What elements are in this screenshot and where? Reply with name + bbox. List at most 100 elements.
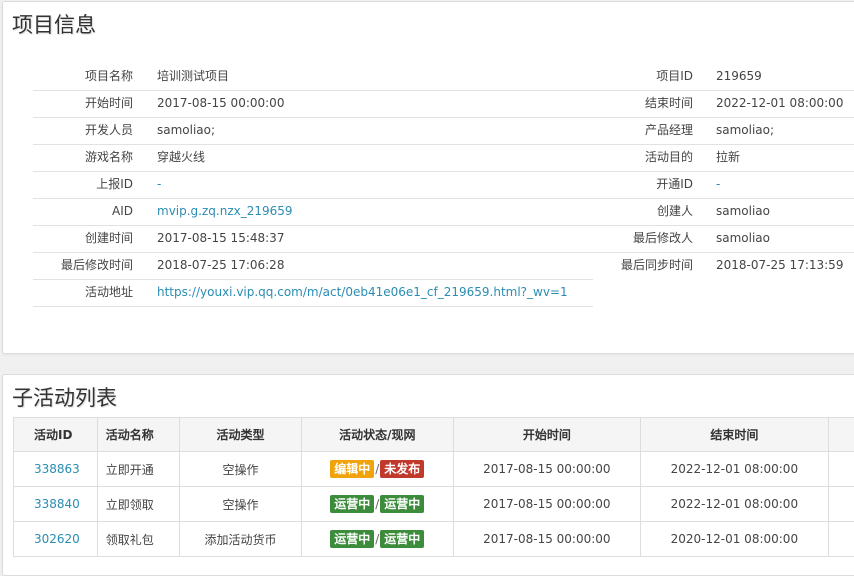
- cell-activity-status: 运营中/运营中: [301, 487, 453, 522]
- info-value: samoliao: [716, 225, 770, 252]
- sub-activity-table: 活动ID 活动名称 活动类型 活动状态/现网 开始时间 结束时间 338863 立…: [13, 417, 854, 557]
- cell-start-time: 2017-08-15 00:00:00: [453, 452, 641, 487]
- info-label: AID: [33, 198, 133, 225]
- cell-extra: [828, 452, 854, 487]
- info-label: 项目名称: [33, 63, 133, 90]
- info-row: 创建人 samoliao: [593, 198, 854, 226]
- info-label: 创建时间: [33, 225, 133, 252]
- info-row: 开始时间 2017-08-15 00:00:00: [33, 90, 593, 118]
- info-value: 219659: [716, 63, 762, 90]
- info-value: 2017-08-15 00:00:00: [157, 90, 284, 117]
- column-header-id[interactable]: 活动ID: [14, 418, 98, 452]
- info-value: 2018-07-25 17:13:59: [716, 252, 843, 279]
- status-separator: /: [375, 462, 379, 476]
- info-value: samoliao;: [716, 117, 774, 144]
- cell-activity-status: 编辑中/未发布: [301, 452, 453, 487]
- status-badge: 运营中: [330, 495, 374, 513]
- info-value-link[interactable]: -: [157, 171, 161, 198]
- info-label: 产品经理: [593, 117, 693, 144]
- info-value: samoliao;: [157, 117, 215, 144]
- info-value: 2018-07-25 17:06:28: [157, 252, 284, 279]
- info-value-link[interactable]: https://youxi.vip.qq.com/m/act/0eb41e06e…: [157, 279, 568, 306]
- info-value: 穿越火线: [157, 144, 205, 171]
- info-value: 培训测试项目: [157, 63, 229, 90]
- live-status-badge: 运营中: [380, 495, 424, 513]
- info-label: 项目ID: [593, 63, 693, 90]
- info-label: 活动目的: [593, 144, 693, 171]
- cell-activity-type: 空操作: [180, 452, 302, 487]
- table-header-row: 活动ID 活动名称 活动类型 活动状态/现网 开始时间 结束时间: [14, 418, 854, 452]
- info-row: 开发人员 samoliao;: [33, 117, 593, 145]
- status-badge: 运营中: [330, 530, 374, 548]
- status-badge: 编辑中: [330, 460, 374, 478]
- cell-start-time: 2017-08-15 00:00:00: [453, 522, 641, 557]
- info-row: 产品经理 samoliao;: [593, 117, 854, 145]
- sub-activity-title: 子活动列表: [12, 382, 117, 412]
- info-value-link[interactable]: mvip.g.zq.nzx_219659: [157, 198, 293, 225]
- cell-activity-type: 添加活动货币: [180, 522, 302, 557]
- info-row: 活动目的拉新: [593, 144, 854, 172]
- info-value: 拉新: [716, 144, 740, 171]
- info-label: 最后同步时间: [593, 252, 693, 279]
- live-status-badge: 运营中: [380, 530, 424, 548]
- info-row: 游戏名称穿越火线: [33, 144, 593, 172]
- info-label: 开通ID: [593, 171, 693, 198]
- info-row: 最后修改人 samoliao: [593, 225, 854, 253]
- info-label: 最后修改人: [593, 225, 693, 252]
- cell-activity-type: 空操作: [180, 487, 302, 522]
- cell-activity-id: 338840: [14, 487, 98, 522]
- cell-extra: [828, 522, 854, 557]
- info-row: 活动地址 https://youxi.vip.qq.com/m/act/0eb41…: [33, 279, 593, 307]
- project-info-panel: 项目信息 项目名称培训测试项目开始时间2017-08-15 00:00:00开发…: [2, 1, 854, 354]
- column-header-name[interactable]: 活动名称: [97, 418, 179, 452]
- info-value: 2017-08-15 15:48:37: [157, 225, 284, 252]
- cell-activity-id: 302620: [14, 522, 98, 557]
- cell-start-time: 2017-08-15 00:00:00: [453, 487, 641, 522]
- info-row: 结束时间 2022-12-01 08:00:00: [593, 90, 854, 118]
- info-label: 游戏名称: [33, 144, 133, 171]
- info-value: samoliao: [716, 198, 770, 225]
- cell-activity-id: 338863: [14, 452, 98, 487]
- info-label: 上报ID: [33, 171, 133, 198]
- info-row: 创建时间 2017-08-15 15:48:37: [33, 225, 593, 253]
- info-label: 开发人员: [33, 117, 133, 144]
- info-value: 2022-12-01 08:00:00: [716, 90, 843, 117]
- info-label: 活动地址: [33, 279, 133, 306]
- column-header-end[interactable]: 结束时间: [641, 418, 829, 452]
- info-row: 最后修改时间 2018-07-25 17:06:28: [33, 252, 593, 280]
- table-row: 302620领取礼包添加活动货币运营中/运营中2017-08-15 00:00:…: [14, 522, 854, 557]
- column-header-extra: [828, 418, 854, 452]
- cell-end-time: 2022-12-01 08:00:00: [641, 452, 829, 487]
- activity-id-link[interactable]: 338863: [34, 462, 80, 476]
- info-row: 上报ID-: [33, 171, 593, 199]
- cell-activity-name: 立即开通: [97, 452, 179, 487]
- column-header-start[interactable]: 开始时间: [453, 418, 641, 452]
- info-value-link[interactable]: -: [716, 171, 720, 198]
- info-row: 项目名称培训测试项目: [33, 63, 593, 91]
- cell-extra: [828, 487, 854, 522]
- info-row: 项目ID 219659: [593, 63, 854, 91]
- project-info-title: 项目信息: [12, 9, 96, 39]
- info-label: 最后修改时间: [33, 252, 133, 279]
- cell-activity-name: 立即领取: [97, 487, 179, 522]
- cell-end-time: 2022-12-01 08:00:00: [641, 487, 829, 522]
- info-label: 创建人: [593, 198, 693, 225]
- info-row: 开通ID-: [593, 171, 854, 199]
- table-row: 338863立即开通空操作编辑中/未发布2017-08-15 00:00:002…: [14, 452, 854, 487]
- cell-activity-name: 领取礼包: [97, 522, 179, 557]
- table-row: 338840立即领取空操作运营中/运营中2017-08-15 00:00:002…: [14, 487, 854, 522]
- live-status-badge: 未发布: [380, 460, 424, 478]
- status-separator: /: [375, 532, 379, 546]
- cell-end-time: 2020-12-01 08:00:00: [641, 522, 829, 557]
- column-header-type[interactable]: 活动类型: [180, 418, 302, 452]
- cell-activity-status: 运营中/运营中: [301, 522, 453, 557]
- activity-id-link[interactable]: 338840: [34, 497, 80, 511]
- sub-activity-panel: 子活动列表 活动ID 活动名称 活动类型 活动状态/现网 开始时间 结束时间 3…: [2, 374, 854, 576]
- info-label: 开始时间: [33, 90, 133, 117]
- info-row: AID mvip.g.zq.nzx_219659: [33, 198, 593, 226]
- info-row: 最后同步时间 2018-07-25 17:13:59: [593, 252, 854, 279]
- column-header-status[interactable]: 活动状态/现网: [301, 418, 453, 452]
- info-label: 结束时间: [593, 90, 693, 117]
- status-separator: /: [375, 497, 379, 511]
- activity-id-link[interactable]: 302620: [34, 532, 80, 546]
